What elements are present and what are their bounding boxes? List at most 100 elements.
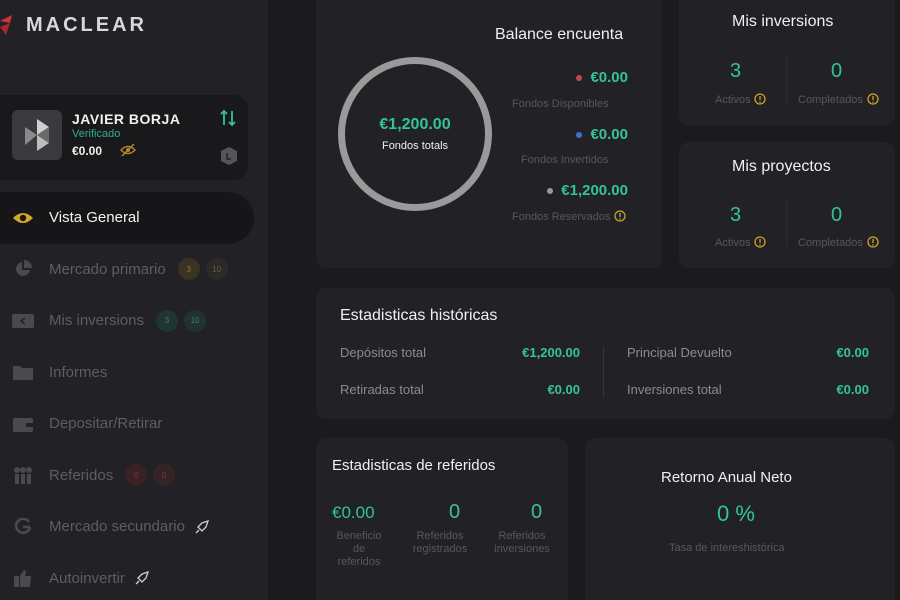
historic-title: Estadisticas históricas xyxy=(340,307,498,324)
hide-balance-icon[interactable] xyxy=(120,143,136,157)
sidebar-item-mercado-secundario[interactable]: Mercado secundario xyxy=(0,501,268,553)
divider xyxy=(603,346,604,398)
label-line: Referidos xyxy=(498,530,546,542)
count-badge: 3 xyxy=(177,258,200,281)
sidebar-item-label: Depositar/Retirar xyxy=(49,415,163,433)
sidebar-item-label: Autoinvertir xyxy=(49,569,125,587)
label-line: Referidos xyxy=(416,530,464,542)
total-funds-ring: €1,200.00 Fondos totals xyxy=(338,57,492,211)
fund-available: €0.00 xyxy=(576,69,628,86)
divider xyxy=(786,56,787,104)
sort-icon[interactable] xyxy=(220,109,236,127)
registered-label: Referidos registrados xyxy=(400,530,480,556)
info-icon[interactable] xyxy=(867,93,879,105)
active-label: Activos xyxy=(715,94,751,106)
label-line: de xyxy=(352,543,366,555)
total-funds-label: Fondos totals xyxy=(381,140,449,152)
count-badge: 10 xyxy=(205,258,228,281)
fund-label-reserved: Fondos Reservados xyxy=(512,210,627,223)
principal-returned-label: Principal Devuelto xyxy=(627,345,732,360)
completed-label: Completados xyxy=(798,237,863,249)
count-badge: 0 xyxy=(125,464,148,487)
principal-returned-value: €0.00 xyxy=(836,345,869,360)
completed-label-wrap: Completados xyxy=(798,93,879,106)
active-label-wrap: Activos xyxy=(715,93,767,106)
info-icon[interactable] xyxy=(614,210,627,222)
completed-label: Completados xyxy=(798,94,863,106)
label-line: referidos xyxy=(337,556,381,568)
count-badge: 0 xyxy=(153,464,176,487)
fund-invested: €0.00 xyxy=(576,126,628,143)
count-badge: 3 xyxy=(156,309,179,332)
logo-mark-icon xyxy=(0,15,12,35)
pie-chart-icon xyxy=(12,260,34,278)
brand-name: MACLEAR xyxy=(26,13,147,36)
annual-return-value: 0 % xyxy=(717,501,755,526)
thumbs-up-icon xyxy=(12,569,34,588)
referrals-title: Estadisticas de referidos xyxy=(332,457,496,474)
deposits-label: Depósitos total xyxy=(340,345,426,360)
balance-card: Balance encuenta €1,200.00 Fondos totals… xyxy=(316,0,662,268)
active-label: Activos xyxy=(715,237,751,249)
sidebar-item-depositar-retirar[interactable]: Depositar/Retirar xyxy=(0,398,268,450)
investments-total-value: €0.00 xyxy=(836,382,869,397)
annual-return-card: Retorno Anual Neto 0 % Tasa de intereshi… xyxy=(585,438,895,600)
info-icon[interactable] xyxy=(754,93,767,105)
annual-return-caption: Tasa de intereshistórica xyxy=(669,542,785,554)
user-name: JAVIER BORJA xyxy=(72,111,181,127)
google-icon xyxy=(12,517,34,536)
fund-label: Fondos Reservados xyxy=(512,211,611,223)
fund-label: Fondos Invertidos xyxy=(521,154,609,166)
historic-stats-card: Estadisticas históricas Depósitos total … xyxy=(316,288,895,419)
wallet-icon xyxy=(12,415,34,433)
withdrawals-value: €0.00 xyxy=(547,382,580,397)
label-line: inversiones xyxy=(494,543,550,555)
balance-title: Balance encuenta xyxy=(495,26,624,43)
referral-benefit-amount: €0.00 xyxy=(332,503,375,522)
completed-count: 0 xyxy=(831,204,843,226)
fund-label: Fondos Disponibles xyxy=(512,98,609,110)
sidebar-item-referidos[interactable]: Referidos 0 0 xyxy=(0,450,268,502)
registered-count: 0 xyxy=(449,501,461,523)
red-dot-icon xyxy=(576,74,583,81)
users-icon xyxy=(12,466,34,485)
annual-return-title: Retorno Anual Neto xyxy=(661,469,792,486)
folder-icon xyxy=(12,363,34,381)
sidebar-item-informes[interactable]: Informes xyxy=(0,347,268,399)
sidebar-item-autoinvertir[interactable]: Autoinvertir xyxy=(0,553,268,600)
logo[interactable]: MACLEAR xyxy=(0,10,147,40)
deposits-value: €1,200.00 xyxy=(522,345,580,360)
info-icon[interactable] xyxy=(867,236,879,248)
wallet-icon xyxy=(12,312,34,330)
avatar[interactable] xyxy=(12,110,62,160)
sidebar-item-vista-general[interactable]: Vista General xyxy=(0,192,254,244)
sidebar-nav: Vista General Mercado primario 3 10 Mis … xyxy=(0,192,268,600)
info-icon[interactable] xyxy=(754,236,767,248)
referral-investments-label: Referidos inversiones xyxy=(482,530,562,556)
referral-stats-card: Estadisticas de referidos €0.00 Benefici… xyxy=(316,438,568,600)
sidebar-item-mis-inversions[interactable]: Mis inversions 3 10 xyxy=(0,295,268,347)
fund-amount: €1,200.00 xyxy=(561,182,628,199)
sidebar-item-label: Mercado primario xyxy=(49,260,166,278)
shield-icon xyxy=(221,147,237,165)
investments-total-label: Inversiones total xyxy=(627,382,722,397)
verified-status: Verificado xyxy=(72,128,121,140)
active-count: 3 xyxy=(730,60,742,82)
completed-count: 0 xyxy=(831,60,843,82)
sidebar-item-mercado-primario[interactable]: Mercado primario 3 10 xyxy=(0,244,268,296)
label-line: Beneficio xyxy=(336,530,382,542)
avatar-logo-icon xyxy=(25,119,49,151)
eye-icon xyxy=(12,209,34,227)
rocket-icon xyxy=(135,571,149,585)
fund-amount: €0.00 xyxy=(590,69,628,86)
rocket-icon xyxy=(195,519,209,534)
investments-card: Mis inversions 3 Activos 0 Completados xyxy=(679,0,895,126)
divider xyxy=(786,198,787,246)
active-label-wrap: Activos xyxy=(715,236,767,249)
referral-benefit-label: Beneficio de referidos xyxy=(330,530,388,569)
blue-dot-icon xyxy=(576,131,583,138)
projects-title: Mis proyectos xyxy=(732,158,831,175)
total-funds-amount: €1,200.00 xyxy=(379,116,451,133)
user-card: JAVIER BORJA Verificado €0.00 xyxy=(0,95,248,180)
grey-dot-icon xyxy=(547,187,554,194)
